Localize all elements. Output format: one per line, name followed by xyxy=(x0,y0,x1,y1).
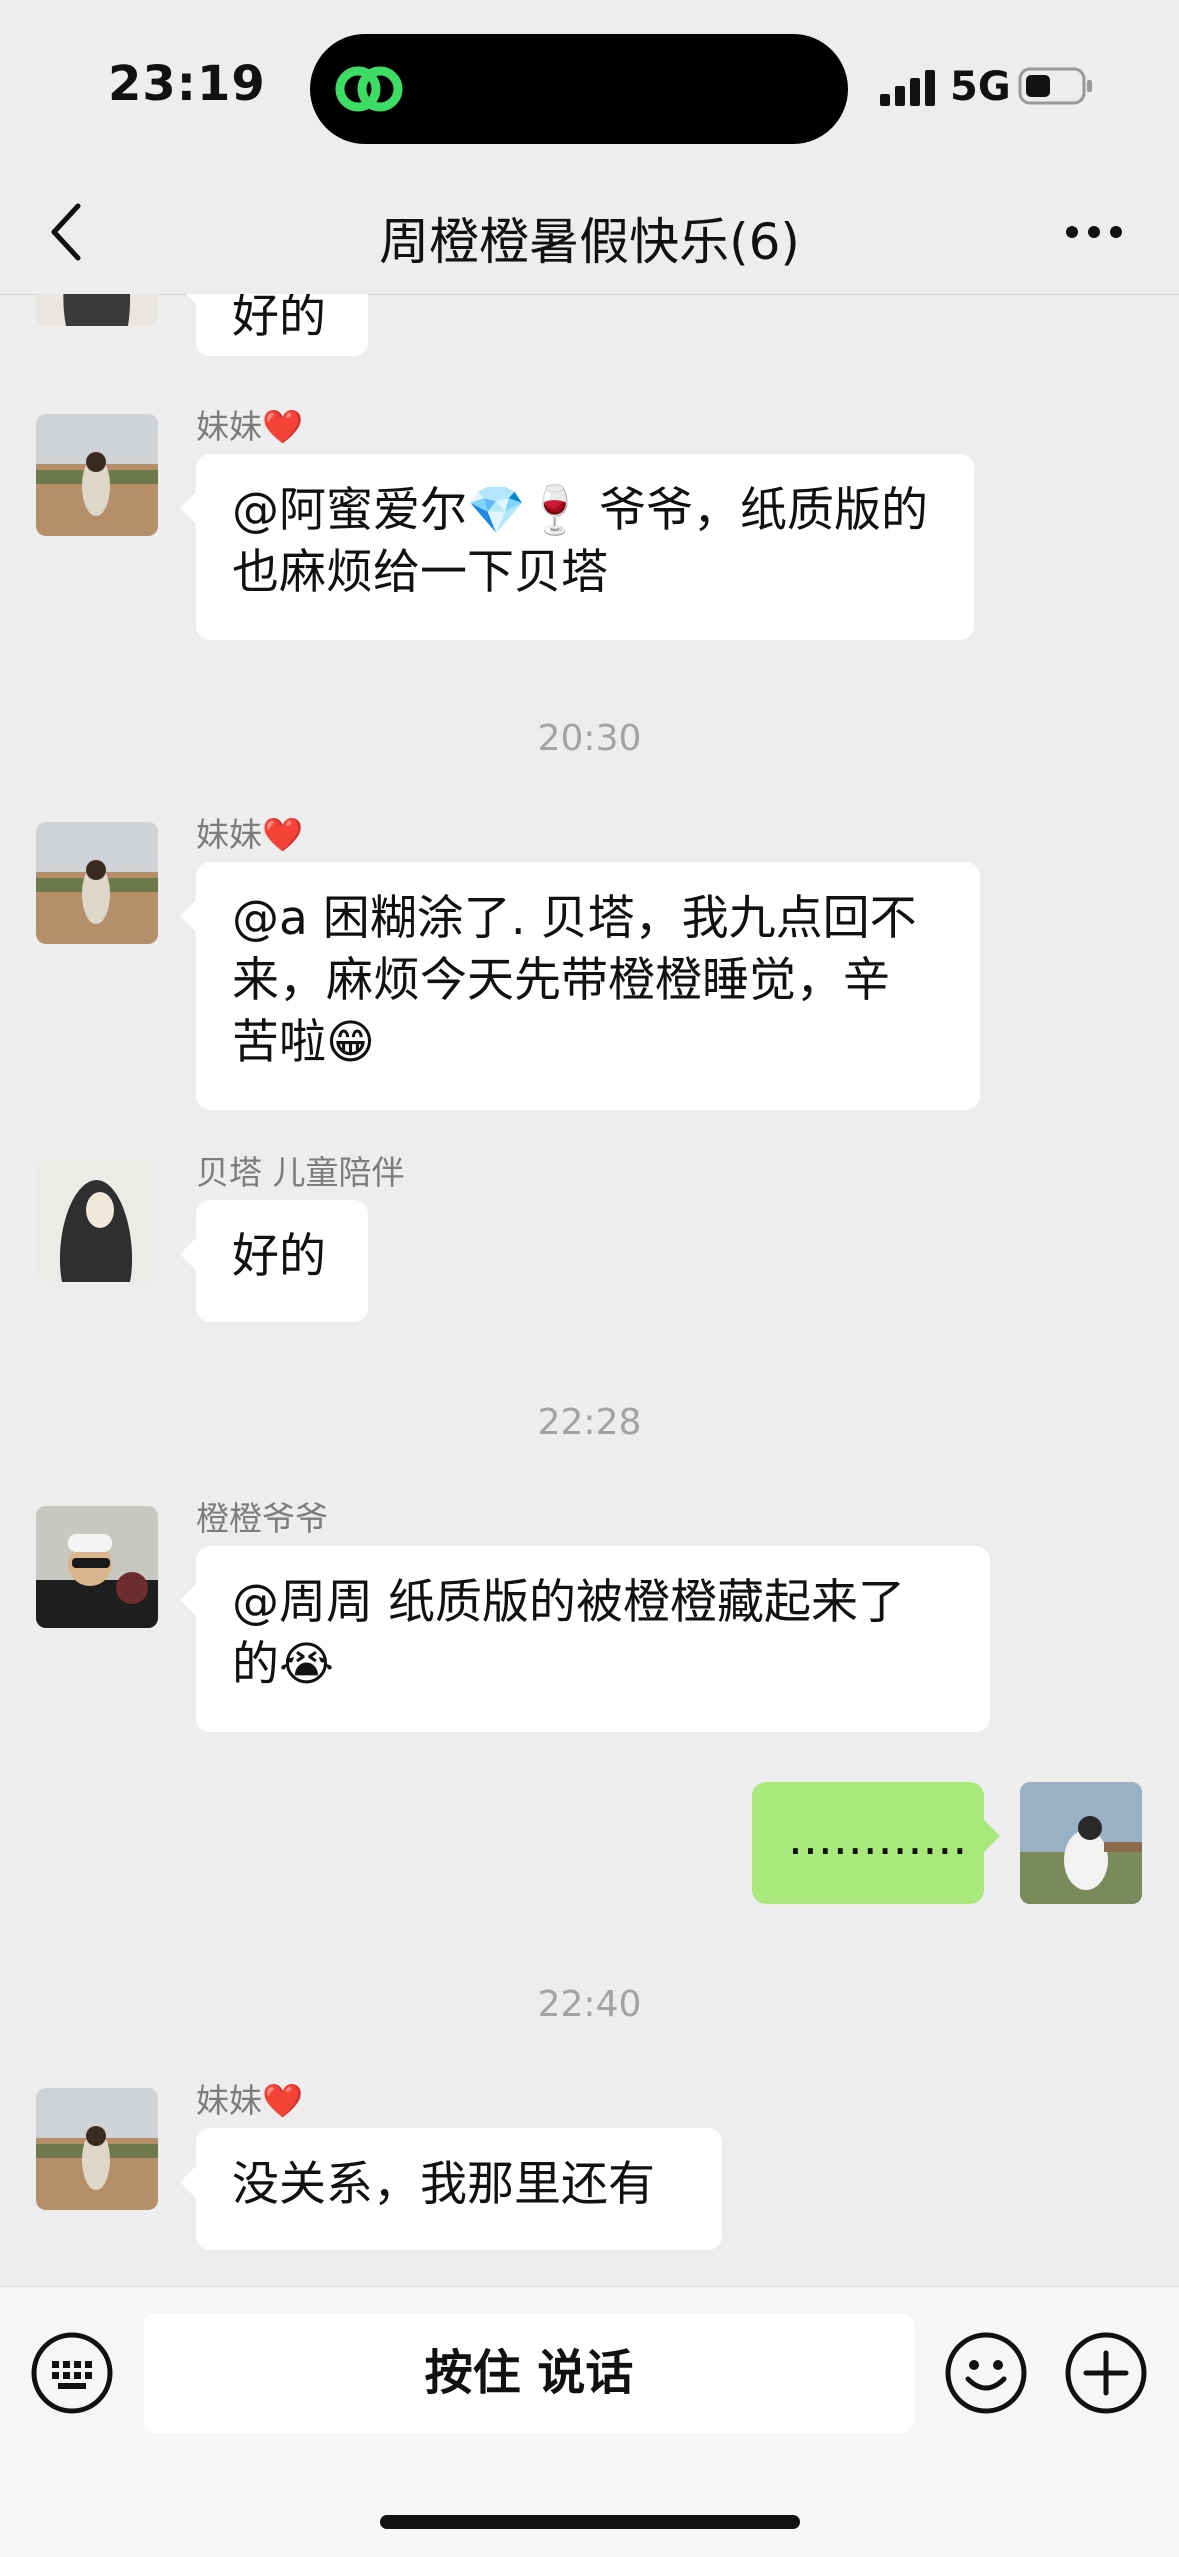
message-text: ............ xyxy=(788,1811,968,1866)
more-icon[interactable] xyxy=(1064,220,1124,244)
signal-icon xyxy=(880,70,935,106)
smile-icon[interactable] xyxy=(944,2331,1028,2415)
battery-icon xyxy=(1018,67,1092,105)
hold-to-talk-button[interactable]: 按住 说话 xyxy=(144,2313,914,2433)
sender-name: 橙橙爷爷 xyxy=(196,1499,328,1538)
message-bubble[interactable]: @a 困糊涂了. 贝塔，我九点回不 来，麻烦今天先带橙橙睡觉，辛 苦啦😁 xyxy=(180,862,980,1110)
input-bar: 按住 说话 xyxy=(0,2286,1179,2557)
chat-history[interactable]: 好的 妹妹❤️ @阿蜜爱尔💎🍷 爷爷，纸质版的也麻烦给一下贝塔 20:30 妹妹… xyxy=(0,294,1179,2286)
heart-emoji: ❤️ xyxy=(262,2081,304,2120)
wechat-link-icon xyxy=(335,66,403,112)
message-line: 的😭 xyxy=(232,1637,334,1692)
sender-name: 妹妹❤️ xyxy=(196,815,304,854)
message-line: @a 困糊涂了. 贝塔，我九点回不 xyxy=(232,891,917,946)
home-indicator xyxy=(380,2515,800,2529)
sender-name: 妹妹❤️ xyxy=(196,407,304,446)
message-text: 好的 xyxy=(232,1229,326,1284)
message-text: 好的 xyxy=(232,294,326,344)
message-bubble[interactable]: 没关系，我那里还有 xyxy=(180,2128,722,2250)
heart-emoji: ❤️ xyxy=(262,407,304,446)
avatar-beita[interactable] xyxy=(36,294,158,326)
timestamp: 22:40 xyxy=(537,1984,642,2025)
network-type: 5G xyxy=(950,64,1011,110)
avatar-meimei[interactable] xyxy=(36,2088,158,2210)
chat-title: 周橙橙暑假快乐(6) xyxy=(379,213,800,271)
avatar-meimei[interactable] xyxy=(36,414,158,536)
message-bubble[interactable]: @阿蜜爱尔💎🍷 爷爷，纸质版的也麻烦给一下贝塔 xyxy=(180,454,974,640)
nav-bar: 周橙橙暑假快乐(6) xyxy=(0,180,1179,295)
plus-circle-icon[interactable] xyxy=(1064,2331,1148,2415)
avatar-meimei[interactable] xyxy=(36,822,158,944)
message-text: 没关系，我那里还有 xyxy=(232,2157,655,2212)
avatar-beita[interactable] xyxy=(36,1160,158,1282)
avatar-chengcheng-grandpa[interactable] xyxy=(36,1506,158,1628)
clock: 23:19 xyxy=(108,56,266,112)
message-bubble-self[interactable]: ............ xyxy=(752,1782,1000,1904)
keyboard-icon[interactable] xyxy=(30,2331,114,2415)
avatar-self[interactable] xyxy=(1020,1782,1142,1904)
sender-name: 贝塔 儿童陪伴 xyxy=(196,1153,405,1192)
timestamp: 20:30 xyxy=(537,718,642,759)
message-line: 苦啦😁 xyxy=(232,1015,375,1070)
message-line: 来，麻烦今天先带橙橙睡觉，辛 xyxy=(232,953,890,1008)
heart-emoji: ❤️ xyxy=(262,815,304,854)
message-bubble[interactable]: @周周 纸质版的被橙橙藏起来了 的😭 xyxy=(180,1546,990,1732)
sender-name: 妹妹❤️ xyxy=(196,2081,304,2120)
message-text: @阿蜜爱尔💎🍷 爷爷，纸质版的也麻烦给一下贝塔 xyxy=(232,483,928,600)
message-bubble[interactable]: 好的 xyxy=(180,1200,368,1322)
status-bar: 23:19 5G xyxy=(0,0,1179,180)
timestamp: 22:28 xyxy=(537,1402,642,1443)
message-bubble[interactable]: 好的 xyxy=(180,294,368,356)
message-line: @周周 纸质版的被橙橙藏起来了 xyxy=(232,1575,905,1630)
